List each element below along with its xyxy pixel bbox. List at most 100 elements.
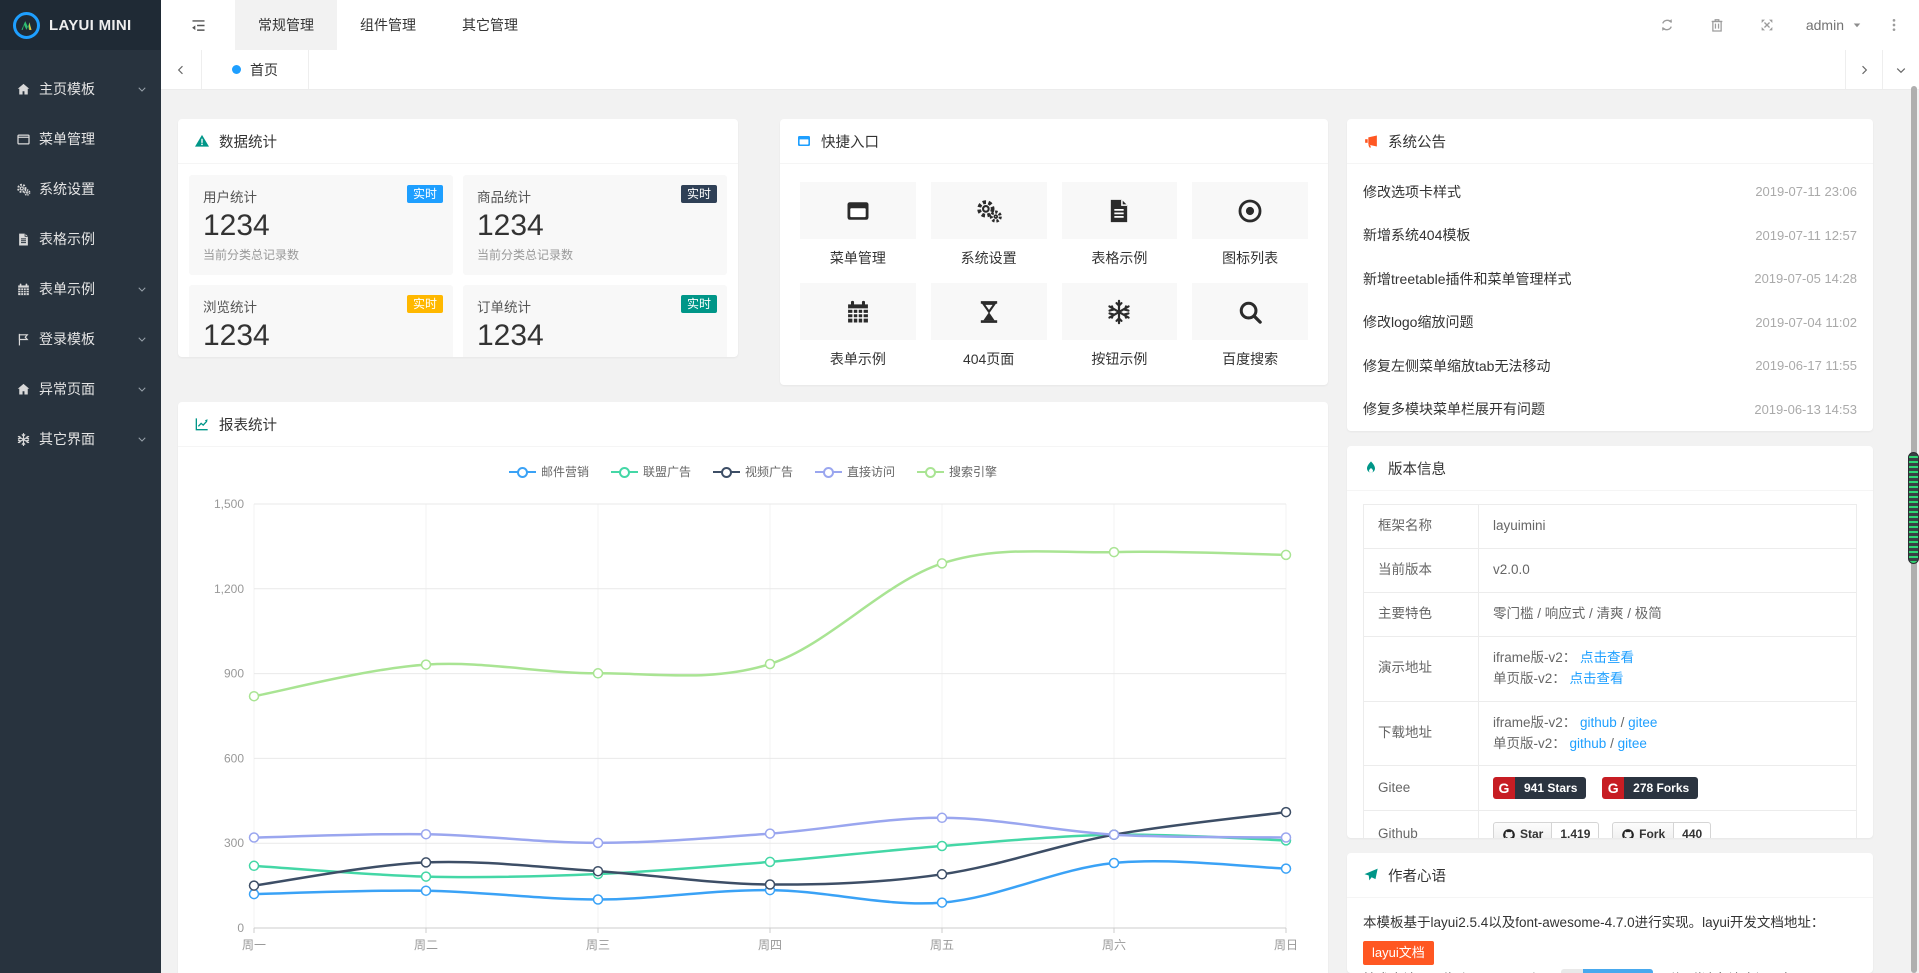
sidebar-item[interactable]: 主页模板 [0, 64, 161, 114]
author-header: 作者心语 [1347, 853, 1873, 898]
legend-item[interactable]: 视频广告 [713, 463, 793, 480]
legend-marker-icon [917, 466, 944, 478]
quick-entry-item[interactable]: 表格示例 [1062, 182, 1178, 268]
fullscreen-icon [1759, 17, 1775, 33]
stat-desc: 当前分类总记录数 [203, 356, 439, 357]
sidebar-item[interactable]: 表单示例 [0, 264, 161, 314]
svg-text:周日: 周日 [1274, 938, 1298, 952]
legend-label: 视频广告 [745, 463, 793, 480]
quick-entry-item[interactable]: 表单示例 [800, 283, 916, 369]
quick-card-header: 快捷入口 [780, 119, 1328, 164]
sidebar-item[interactable]: 系统设置 [0, 164, 161, 214]
stat-card: 浏览统计1234当前分类总记录数实时 [189, 285, 453, 357]
download-github-link[interactable]: github [1580, 715, 1617, 730]
more-menu-button[interactable] [1877, 0, 1911, 50]
layui-doc-badge[interactable]: layui文档 [1363, 941, 1434, 965]
table-row: 下载地址 iframe版-v2： github / gitee 单页版-v2： … [1364, 701, 1857, 766]
version-label: 主要特色 [1364, 592, 1479, 636]
announcement-text: 修改logo缩放问题 [1363, 312, 1473, 332]
demo-iframe-link[interactable]: 点击查看 [1580, 650, 1634, 665]
legend-item[interactable]: 联盟广告 [611, 463, 691, 480]
warning-triangle-icon [194, 133, 210, 149]
refresh-button[interactable] [1642, 0, 1692, 50]
tab-operations-button[interactable] [1882, 50, 1919, 89]
github-star-widget[interactable]: Star 1,419 [1493, 822, 1599, 838]
announcement-row: 修复左侧菜单缩放tab无法移动2019-06-17 11:55 [1363, 344, 1857, 388]
legend-item[interactable]: 直接访问 [815, 463, 895, 480]
download-gitee-link[interactable]: gitee [1618, 736, 1647, 751]
version-label: 框架名称 [1364, 505, 1479, 549]
quick-entry-item[interactable]: 菜单管理 [800, 182, 916, 268]
collapse-sidebar-button[interactable] [161, 0, 235, 50]
author-line2: 技术交流QQ群（667810249）： 加入QQ群 （加群请备注来源：如gite… [1363, 968, 1857, 973]
window-icon [844, 197, 872, 225]
quick-entry-item[interactable]: 按钮示例 [1062, 283, 1178, 369]
github-fork-widget[interactable]: Fork 440 [1612, 822, 1711, 838]
legend-item[interactable]: 搜索引擎 [917, 463, 997, 480]
sidebar-item[interactable]: 异常页面 [0, 364, 161, 414]
version-value: v2.0.0 [1479, 548, 1857, 592]
legend-label: 直接访问 [847, 463, 895, 480]
join-qq-group-badge[interactable]: 加入QQ群 [1561, 969, 1654, 973]
top-nav-tab[interactable]: 其它管理 [439, 0, 541, 50]
refresh-icon [1659, 17, 1675, 33]
clear-cache-button[interactable] [1692, 0, 1742, 50]
tab-bar: 首页 [161, 50, 1919, 90]
sidebar-item[interactable]: 其它界面 [0, 414, 161, 464]
announcement-time: 2019-07-11 23:06 [1755, 184, 1857, 199]
quick-entry-icon-box [800, 182, 916, 239]
gears-icon [975, 197, 1003, 225]
sidebar-item[interactable]: 菜单管理 [0, 114, 161, 164]
legend-marker-icon [713, 466, 740, 478]
table-row: 主要特色 零门槛 / 响应式 / 清爽 / 极简 [1364, 592, 1857, 636]
quick-entry-item[interactable]: 404页面 [931, 283, 1047, 369]
chevron-down-icon [136, 433, 148, 445]
github-star-count: 1,419 [1552, 822, 1599, 838]
quick-title: 快捷入口 [821, 131, 879, 152]
tab-scroll-right-button[interactable] [1845, 50, 1882, 89]
logo[interactable]: LAYUI MINI [0, 0, 161, 50]
stats-grid: 用户统计1234当前分类总记录数实时商品统计1234当前分类总记录数实时浏览统计… [178, 164, 738, 357]
main-content: 数据统计 用户统计1234当前分类总记录数实时商品统计1234当前分类总记录数实… [161, 89, 1919, 973]
fullscreen-button[interactable] [1742, 0, 1792, 50]
quick-entry-label: 图标列表 [1192, 248, 1308, 268]
sidebar-item[interactable]: 登录模板 [0, 314, 161, 364]
scrollbar-thumb[interactable] [1908, 452, 1919, 564]
quick-entry-item[interactable]: 百度搜索 [1192, 283, 1308, 369]
quick-entry-item[interactable]: 图标列表 [1192, 182, 1308, 268]
stat-card: 用户统计1234当前分类总记录数实时 [189, 175, 453, 275]
quick-entry-item[interactable]: 系统设置 [931, 182, 1047, 268]
table-row: Github Star 1,419 Fork 440 [1364, 811, 1857, 838]
report-card: 报表统计 邮件营销联盟广告视频广告直接访问搜索引擎 03006009001,20… [178, 402, 1328, 973]
sidebar-menu: 主页模板菜单管理系统设置表格示例表单示例登录模板异常页面其它界面 [0, 50, 161, 464]
announcement-text: 修复多模块菜单栏展开有问题 [1363, 399, 1545, 419]
tab-home[interactable]: 首页 [202, 50, 309, 89]
gitee-forks-badge[interactable]: G 278 Forks [1602, 777, 1698, 799]
status-badge: 实时 [407, 295, 443, 313]
top-nav-tab[interactable]: 组件管理 [337, 0, 439, 50]
top-nav-tab[interactable]: 常规管理 [235, 0, 337, 50]
legend-marker-icon [611, 466, 638, 478]
download-gitee-link[interactable]: gitee [1628, 715, 1657, 730]
version-value: 零门槛 / 响应式 / 清爽 / 极简 [1479, 592, 1857, 636]
quick-entry-icon-box [1062, 182, 1178, 239]
quick-entry-label: 菜单管理 [800, 248, 916, 268]
demo-line1-prefix: iframe版-v2： [1493, 650, 1576, 665]
legend-marker-icon [815, 466, 842, 478]
download-github-link[interactable]: github [1570, 736, 1607, 751]
top-nav: 常规管理组件管理其它管理 [235, 0, 541, 50]
version-label: 演示地址 [1364, 636, 1479, 701]
announcement-row: 新增treetable插件和菜单管理样式2019-07-05 14:28 [1363, 257, 1857, 301]
tab-scroll-left-button[interactable] [161, 50, 202, 89]
gitee-stars-badge[interactable]: G 941 Stars [1493, 777, 1586, 799]
svg-text:900: 900 [224, 667, 244, 681]
legend-item[interactable]: 邮件营销 [509, 463, 589, 480]
demo-spa-link[interactable]: 点击查看 [1570, 671, 1624, 686]
user-dropdown[interactable]: admin [1792, 17, 1877, 33]
legend-label: 邮件营销 [541, 463, 589, 480]
sidebar-item[interactable]: 表格示例 [0, 214, 161, 264]
version-label: Github [1364, 811, 1479, 838]
chevron-right-icon [1857, 63, 1871, 77]
github-widgets-cell: Star 1,419 Fork 440 [1479, 811, 1857, 838]
announcements-list: 修改选项卡样式2019-07-11 23:06新增系统404模板2019-07-… [1347, 164, 1873, 431]
